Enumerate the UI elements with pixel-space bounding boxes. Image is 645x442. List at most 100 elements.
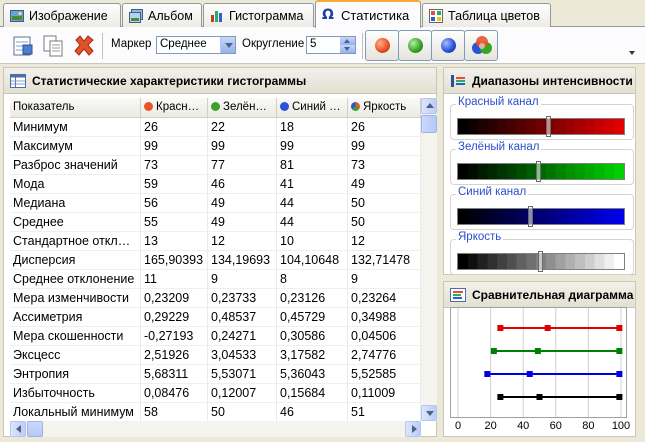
table-cell: 99 [208,137,277,155]
table-row[interactable]: Минимум 26 22 18 26 [10,118,421,137]
scroll-thumb-horizontal[interactable] [27,421,43,437]
spin-down-icon[interactable] [340,45,355,53]
table-row[interactable]: Эксцесс 2,51926 3,04533 3,17582 2,74776 [10,346,421,365]
marker-select[interactable]: Среднее [156,36,236,54]
table-cell: 0,11009 [348,384,421,402]
table-cell: 12 [208,232,277,250]
comparison-chart [450,307,627,418]
album-icon [129,8,143,23]
table-cell: 55 [141,213,208,231]
column-header-blue[interactable]: Синий … [277,98,348,117]
table-cell: 0,23733 [208,289,277,307]
table-row[interactable]: Дисперсия 165,90393 134,19693 104,10648 132,… [10,251,421,270]
table-row[interactable]: Мода 59 46 41 49 [10,175,421,194]
chevron-down-icon[interactable] [220,37,235,53]
scroll-left-icon[interactable] [10,421,26,437]
table-cell: 5,53071 [208,365,277,383]
table-cell: 44 [277,213,348,231]
range-point-mean [526,371,533,377]
table-row[interactable]: Среднее 55 49 44 50 [10,213,421,232]
table-row[interactable]: Энтропия 5,68311 5,53071 5,36043 5,52585 [10,365,421,384]
row-label: Стандартное откл… [10,232,141,250]
channel-intensity-bar[interactable] [457,118,625,135]
mean-marker[interactable] [538,251,543,272]
tab-statistics[interactable]: Ω Статистика [315,0,421,28]
spin-up-icon[interactable] [340,37,355,45]
scroll-up-icon[interactable] [421,98,437,114]
x-tick-label: 80 [582,420,595,432]
tab-album[interactable]: Альбом [122,3,202,27]
table-row[interactable]: Максимум 99 99 99 99 [10,137,421,156]
copy-button[interactable] [40,33,64,57]
tab-histogram[interactable]: Гистограмма [203,3,314,27]
scroll-right-icon[interactable] [405,421,421,437]
x-tick-label: 40 [517,420,530,432]
tab-label: Гистограмма [229,8,304,23]
channel-range-group: Красный канал [450,96,634,140]
table-row[interactable]: Разброс значений 73 77 81 73 [10,156,421,175]
table-cell: 0,34988 [348,308,421,326]
table-cell: 0,30586 [277,327,348,345]
table-cell: 5,52585 [348,365,421,383]
rounding-stepper[interactable]: 5 [306,36,356,54]
table-cell: 50 [208,403,277,421]
table-row[interactable]: Локальный минимум 58 50 46 51 [10,403,421,421]
row-label: Разброс значений [10,156,141,174]
range-point-max [616,394,623,400]
red-channel-button[interactable] [365,30,399,61]
mean-marker[interactable] [527,206,533,227]
scroll-down-icon[interactable] [421,405,437,421]
table-cell: 0,45729 [277,308,348,326]
table-cell: 0,15684 [277,384,348,402]
horizontal-scrollbar[interactable] [10,421,421,437]
x-tick-label: 100 [611,420,631,432]
mean-marker[interactable] [546,116,552,137]
table-row[interactable]: Ассиметрия 0,29229 0,48537 0,45729 0,34988 [10,308,421,327]
green-channel-button[interactable] [398,30,432,61]
table-row[interactable]: Медиана 56 49 44 50 [10,194,421,213]
toolbar-separator [362,33,363,59]
blue-channel-button[interactable] [431,30,465,61]
brightness-channel-button[interactable] [464,30,498,61]
export-button[interactable] [10,33,34,57]
channel-intensity-bar[interactable] [457,208,625,225]
scroll-thumb[interactable] [421,115,437,133]
row-label: Среднее отклонение [10,270,141,288]
ranges-icon [450,74,466,88]
table-row[interactable]: Мера скошенности -0,27193 0,24271 0,30586 0,… [10,327,421,346]
export-table-icon [13,36,33,56]
vertical-scrollbar[interactable] [421,98,437,421]
clear-button[interactable] [71,33,95,57]
table-row[interactable]: Избыточность 0,08476 0,12007 0,15684 0,11009 [10,384,421,403]
tab-image[interactable]: Изображение [3,3,121,27]
green-ball-icon [408,38,423,53]
tab-label: Таблица цветов [448,8,540,23]
mean-marker[interactable] [536,161,542,182]
column-header-brightness[interactable]: Яркость [348,98,421,117]
toolbar-overflow-icon[interactable] [629,51,635,55]
column-header-red[interactable]: Красн… [141,98,208,117]
table-row[interactable]: Мера изменчивости 0,23209 0,23733 0,23126 0,… [10,289,421,308]
tab-color-table[interactable]: Таблица цветов [422,3,551,27]
table-cell: 5,36043 [277,365,348,383]
row-label: Локальный минимум [10,403,141,421]
tab-bar: Изображение Альбом Гистограмма Ω Статисти… [0,0,645,28]
table-cell: 58 [141,403,208,421]
range-point-min [497,394,504,400]
table-row[interactable]: Стандартное откл… 13 12 10 12 [10,232,421,251]
comparison-chart-header: Сравнительная диаграмма [444,282,635,308]
table-header-row: Показатель Красн… Зелён… Синий … Яркость [10,98,421,118]
intensity-ranges-header: Диапазоны интенсивности [444,68,635,94]
range-point-mean [544,325,551,331]
statistics-table: Показатель Красн… Зелён… Синий … Яркость… [10,98,421,421]
row-label: Максимум [10,137,141,155]
toolbar-separator [102,33,103,59]
table-row[interactable]: Среднее отклонение 11 9 8 9 [10,270,421,289]
table-cell: 165,90393 [141,251,208,269]
histogram-icon [210,9,224,23]
intensity-ranges-panel: Диапазоны интенсивности Красный канал Зел… [443,67,636,275]
column-header-indicator[interactable]: Показатель [10,98,141,117]
column-header-green[interactable]: Зелён… [208,98,277,117]
channel-label: Яркость [456,231,504,243]
row-label: Мода [10,175,141,193]
